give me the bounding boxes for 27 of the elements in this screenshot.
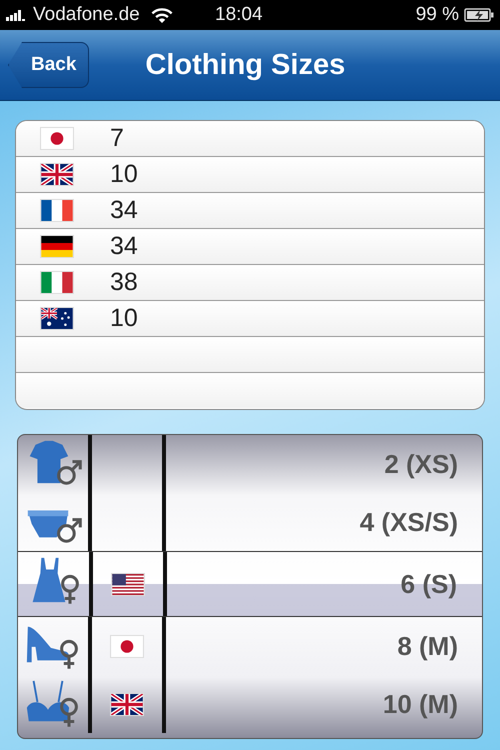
size-option: 10 (M) [382,688,458,720]
size-value: 10 [110,304,138,333]
battery-percentage: 99 % [416,4,459,26]
size-option: 6 (S) [400,568,457,600]
picker-row[interactable]: 2 (XS) [18,435,482,493]
size-value: 38 [110,268,138,297]
picker-row[interactable]: 10 (M) [18,675,482,733]
picker-row[interactable]: 4 (XS/S) [18,493,482,551]
clock: 18:04 [215,4,263,26]
size-value: 34 [110,232,138,261]
male-symbol-icon [56,515,82,545]
size-picker[interactable]: 2 (XS) 4 (XS/S) 6 (S) 8 (M) 10 (M) [17,434,483,739]
size-value: 7 [110,124,124,153]
carrier-name: Vodafone.de [33,4,140,26]
size-option: 2 (XS) [384,448,458,480]
size-value: 10 [110,160,138,189]
signal-icon [6,9,28,21]
picker-row[interactable]: 8 (M) [18,617,482,675]
battery-icon [464,8,494,22]
selection-bar[interactable]: 6 (S) [18,551,482,617]
size-option: 4 (XS/S) [360,506,458,538]
wifi-icon [150,8,173,22]
back-button[interactable]: Back [8,42,90,88]
size-option: 8 (M) [397,630,458,662]
screen-title: Clothing Sizes [145,48,346,82]
male-symbol-icon [56,457,82,487]
size-value: 34 [110,196,138,225]
